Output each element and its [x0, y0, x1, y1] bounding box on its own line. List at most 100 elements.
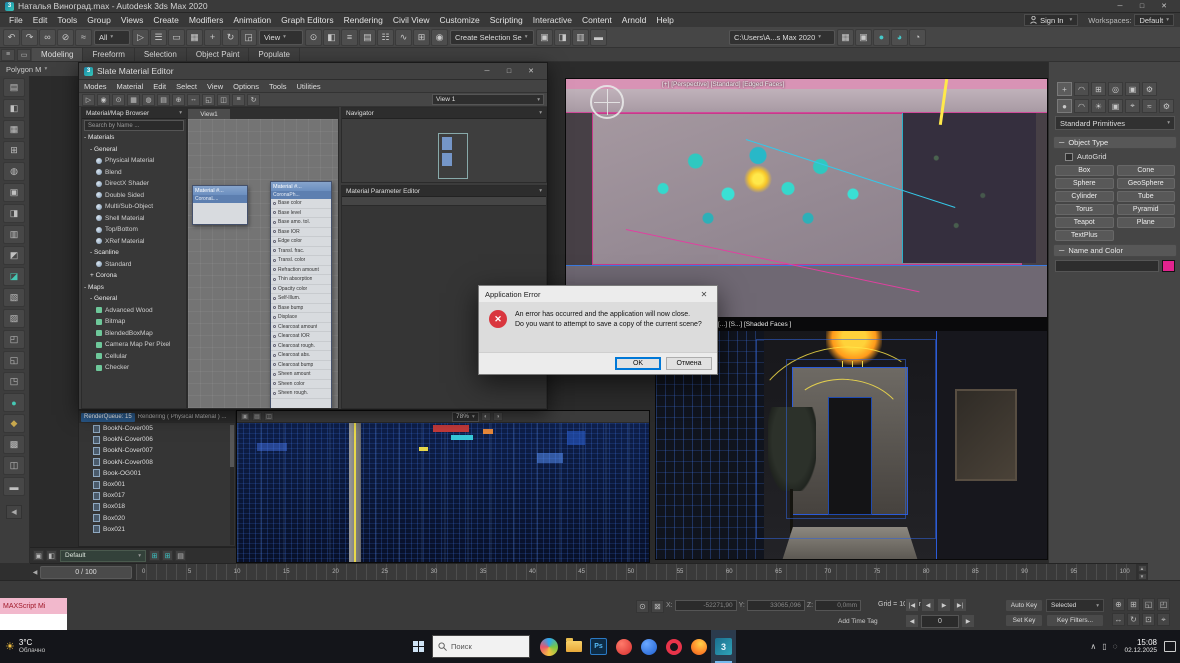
primitive-button[interactable]: TextPlus [1055, 230, 1114, 241]
tool-icon[interactable]: ▩ [3, 435, 25, 454]
browser-tree-item[interactable]: + Corona [82, 270, 186, 282]
navigation-gizmo[interactable] [590, 85, 624, 119]
ribbon-tab[interactable]: Selection [135, 48, 187, 61]
browser-tree-item[interactable]: Blend [82, 167, 186, 179]
explorer-icon[interactable] [561, 630, 586, 663]
menu-item[interactable]: Content [577, 13, 617, 27]
material-slot[interactable]: Clearcoat abs. [271, 351, 331, 361]
render-iterative-icon[interactable]: ◕ [891, 29, 908, 46]
layer-manager-icon[interactable]: ▤ [359, 29, 376, 46]
app-blue-icon[interactable] [636, 630, 661, 663]
selection-filter-dropdown[interactable]: All▾ [94, 30, 130, 45]
menu-item[interactable]: Customize [435, 13, 485, 27]
sme-minimize-button[interactable]: ─ [476, 65, 498, 78]
undo-icon[interactable]: ↶ [3, 29, 20, 46]
maxscript-mini-input[interactable] [0, 614, 67, 630]
menu-item[interactable]: Arnold [617, 13, 652, 27]
tray-icon[interactable]: ◌ [1113, 642, 1118, 651]
active-layer-dropdown[interactable]: Default ▾ [60, 550, 146, 562]
primitive-button[interactable]: Cylinder [1055, 191, 1114, 202]
maxscript-mini-listener[interactable]: MAXScript Mi [0, 598, 67, 614]
viewport-label[interactable]: [+] [Perspective] [Standard] [Edged Face… [662, 81, 784, 88]
tool-icon[interactable]: ◪ [3, 267, 25, 286]
zoom-extents-icon[interactable]: ◱ [1142, 598, 1155, 611]
browser-tree-item[interactable]: Camera Map Per Pixel [82, 339, 186, 351]
primitive-button[interactable]: Plane [1117, 217, 1176, 228]
tool-icon[interactable]: ◍ [3, 162, 25, 181]
scene-object-row[interactable]: Book-OG001 [79, 468, 235, 479]
opera-icon[interactable] [661, 630, 686, 663]
browser-tree-item[interactable]: Cellular [82, 351, 186, 363]
reference-coordinate-dropdown[interactable]: View▾ [259, 30, 303, 45]
parameter-editor-header[interactable]: Material Parameter Editor ▾ [342, 186, 546, 197]
sme-menu-item[interactable]: Edit [148, 82, 171, 91]
menu-item[interactable]: Rendering [339, 13, 388, 27]
sme-update-icon[interactable]: ↻ [247, 94, 260, 106]
browser-tree-item[interactable]: - General [82, 144, 186, 156]
slot-socket-icon[interactable] [273, 325, 276, 328]
browser-tree-item[interactable]: XRef Material [82, 236, 186, 248]
scene-explorer-icon[interactable]: ☷ [377, 29, 394, 46]
queue-scrollbar[interactable] [230, 425, 234, 545]
space-warps-icon[interactable]: ≈ [1142, 99, 1157, 113]
slot-socket-icon[interactable] [273, 211, 276, 214]
cameras-icon[interactable]: ▣ [1108, 99, 1123, 113]
browser-tree-item[interactable]: - General [82, 293, 186, 305]
grid-view-icon[interactable]: ⊞ [162, 550, 173, 561]
browser-tree-item[interactable]: Top/Bottom [82, 224, 186, 236]
material-slot[interactable]: Sheen rough. [271, 389, 331, 399]
go-to-end-icon[interactable]: ▶| [953, 598, 967, 612]
key-filters-button[interactable]: Key Filters... [1046, 614, 1104, 627]
utilities-tab-icon[interactable]: ⚙ [1142, 82, 1157, 96]
view-tab[interactable]: View1 [188, 109, 230, 119]
tool-icon[interactable]: ▨ [3, 309, 25, 328]
array-icon[interactable]: ▥ [572, 29, 589, 46]
close-button[interactable]: ✕ [1153, 0, 1175, 13]
menu-item[interactable]: Modifiers [184, 13, 228, 27]
cancel-button[interactable]: Отмена [666, 357, 712, 370]
geometry-icon[interactable]: ● [1057, 99, 1072, 113]
slot-socket-icon[interactable] [273, 240, 276, 243]
tool-icon[interactable]: ▦ [3, 120, 25, 139]
pan-icon[interactable]: ↔ [1112, 613, 1125, 626]
create-tab-icon[interactable]: + [1057, 82, 1072, 96]
menu-item[interactable]: Animation [228, 13, 276, 27]
rectangular-selection-region-icon[interactable]: ▭ [168, 29, 185, 46]
grid-view-icon[interactable]: ⊞ [149, 550, 160, 561]
slot-socket-icon[interactable] [273, 392, 276, 395]
browser-tree-item[interactable]: DirectX Shader [82, 178, 186, 190]
sme-hide-unused-icon[interactable]: ◫ [217, 94, 230, 106]
menu-item[interactable]: File [4, 13, 28, 27]
motion-tab-icon[interactable]: ◎ [1108, 82, 1123, 96]
material-slot[interactable]: Clearcoat bump [271, 361, 331, 371]
material-node[interactable]: Material #... CoronaPh... Base color Bas… [270, 181, 332, 408]
clone-window-icon[interactable]: ◫ [264, 412, 274, 421]
menu-item[interactable]: Tools [52, 13, 82, 27]
layer-new-icon[interactable]: ◧ [46, 550, 57, 561]
layer-list-icon[interactable]: ▣ [33, 550, 44, 561]
tool-icon[interactable]: ▣ [3, 183, 25, 202]
menu-item[interactable]: Help [651, 13, 678, 27]
ribbon-minimize-icon[interactable]: ▭ [17, 49, 31, 61]
primitive-category-dropdown[interactable]: Standard Primitives ▾ [1055, 116, 1175, 130]
current-frame-field[interactable]: 0 [921, 615, 959, 628]
tray-icon[interactable]: ▯ [1102, 642, 1106, 651]
material-slot[interactable]: Displace [271, 313, 331, 323]
dialog-titlebar[interactable]: Application Error ✕ [479, 286, 717, 302]
render-production-icon[interactable]: ● [873, 29, 890, 46]
isolate-selection-icon[interactable]: ⊙ [636, 600, 649, 613]
named-selection-icon[interactable]: ▣ [536, 29, 553, 46]
browser-tree-item[interactable]: - Scanline [82, 247, 186, 259]
browser-tree-item[interactable]: Double Sided [82, 190, 186, 202]
material-slot[interactable]: Clearcoat IOR [271, 332, 331, 342]
workspace-dropdown[interactable]: Default ▾ [1134, 14, 1174, 26]
slot-socket-icon[interactable] [273, 363, 276, 366]
scene-object-row[interactable]: Box021 [79, 524, 235, 535]
ribbon-tab[interactable]: Modeling [32, 48, 83, 61]
sme-maximize-button[interactable]: □ [498, 65, 520, 78]
sme-menu-item[interactable]: Options [228, 82, 264, 91]
browser-tree-item[interactable]: Checker [82, 362, 186, 374]
bind-to-space-warp-icon[interactable]: ≈ [75, 29, 92, 46]
material-slot[interactable]: Transl. color [271, 256, 331, 266]
sme-select-icon[interactable]: ▷ [82, 94, 95, 106]
